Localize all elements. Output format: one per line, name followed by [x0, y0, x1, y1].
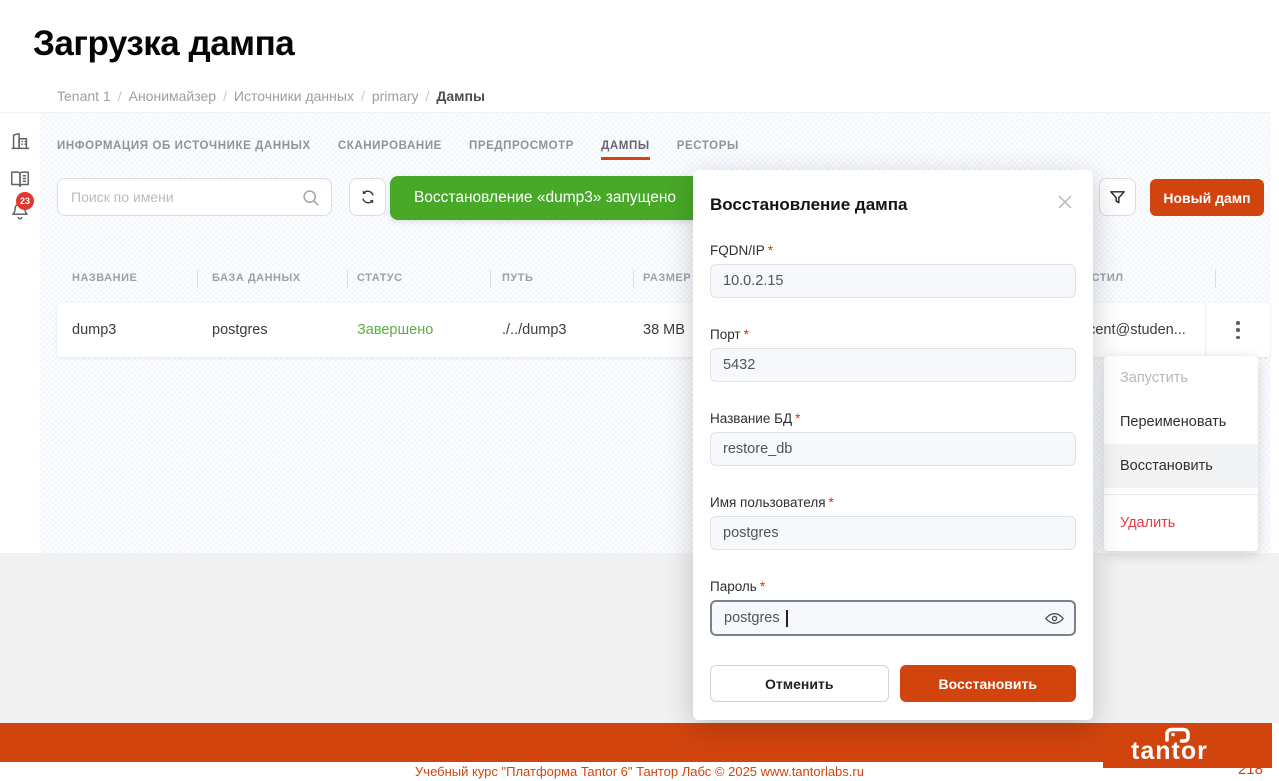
username-input[interactable] — [710, 516, 1076, 550]
context-menu-divider — [1104, 494, 1258, 495]
column-separator — [633, 270, 634, 288]
breadcrumb-item-anonymizer[interactable]: Анонимайзер — [129, 88, 216, 104]
app-sidebar: P 23 — [0, 80, 40, 553]
column-separator — [197, 270, 198, 288]
cell-launched-by: ucent@studen... — [1080, 322, 1186, 338]
required-asterisk: * — [744, 327, 749, 342]
modal-footer: Отменить Восстановить — [710, 665, 1076, 702]
breadcrumb-current-dumps: Дампы — [436, 88, 485, 104]
docs-book-icon[interactable] — [9, 168, 31, 190]
svg-text:tantor: tantor — [1131, 737, 1208, 765]
cell-status: Завершено — [357, 322, 433, 338]
column-header-size[interactable]: РАЗМЕР — [643, 272, 691, 284]
column-header-path[interactable]: ПУТЬ — [502, 272, 533, 284]
column-header-name[interactable]: НАЗВАНИЕ — [72, 272, 137, 284]
cell-size: 38 MB — [643, 322, 685, 338]
tantor-logo: tantor — [1123, 726, 1253, 766]
context-menu-item-run: Запустить — [1104, 356, 1258, 400]
row-context-menu: Запустить Переименовать Восстановить Уда… — [1104, 356, 1258, 551]
filter-funnel-icon — [1108, 188, 1127, 207]
fqdn-input[interactable] — [710, 264, 1076, 298]
breadcrumb-separator: / — [118, 88, 122, 104]
password-input[interactable] — [710, 600, 1076, 636]
building-icon[interactable] — [9, 130, 31, 152]
context-menu-item-rename[interactable]: Переименовать — [1104, 400, 1258, 444]
column-header-database[interactable]: БАЗА ДАННЫХ — [212, 272, 301, 284]
restore-dump-modal: Восстановление дампа FQDN/IP* Порт* Назв… — [693, 170, 1093, 720]
refresh-button[interactable] — [349, 178, 386, 216]
new-dump-button[interactable]: Новый дамп — [1150, 179, 1264, 216]
tab-preview[interactable]: ПРЕДПРОСМОТР — [469, 140, 574, 160]
tab-scanning[interactable]: СКАНИРОВАНИЕ — [338, 140, 442, 160]
breadcrumb-item-tenant[interactable]: Tenant 1 — [57, 88, 111, 104]
column-separator — [1215, 270, 1216, 288]
cell-dump-name: dump3 — [72, 322, 116, 338]
breadcrumb-separator: / — [361, 88, 365, 104]
cell-database: postgres — [212, 322, 268, 338]
filter-button[interactable] — [1099, 178, 1136, 216]
close-icon[interactable] — [1055, 192, 1075, 212]
context-menu-item-delete[interactable]: Удалить — [1104, 501, 1258, 545]
search-box — [57, 178, 332, 216]
breadcrumb: Tenant 1 / Анонимайзер / Источники данных / pr… — [57, 80, 485, 113]
search-icon — [301, 188, 321, 208]
cancel-button[interactable]: Отменить — [710, 665, 889, 702]
toast-notification: Восстановление «dump3» запущено — [390, 176, 700, 220]
port-label: Порт* — [710, 327, 1076, 342]
breadcrumb-item-datasources[interactable]: Источники данных — [234, 88, 354, 104]
footer-course-text: Учебный курс "Платформа Tantor 6" Тантор… — [0, 764, 1279, 779]
fqdn-field-group: FQDN/IP* — [710, 243, 1076, 298]
required-asterisk: * — [795, 411, 800, 426]
search-input[interactable] — [71, 179, 296, 215]
password-label: Пароль* — [710, 579, 1076, 594]
port-input[interactable] — [710, 348, 1076, 382]
modal-title: Восстановление дампа — [710, 195, 1076, 215]
column-header-status[interactable]: СТАТУС — [357, 272, 403, 284]
refresh-icon — [359, 188, 377, 206]
tab-bar: ИНФОРМАЦИЯ ОБ ИСТОЧНИКЕ ДАННЫХ СКАНИРОВА… — [57, 140, 739, 160]
row-actions-cell — [1205, 303, 1270, 357]
required-asterisk: * — [760, 579, 765, 594]
port-field-group: Порт* — [710, 327, 1076, 382]
required-asterisk: * — [768, 243, 773, 258]
column-separator — [347, 270, 348, 288]
username-field-group: Имя пользователя* — [710, 495, 1076, 550]
breadcrumb-item-primary[interactable]: primary — [372, 88, 419, 104]
dbname-label: Название БД* — [710, 411, 1076, 426]
tab-restores[interactable]: РЕСТОРЫ — [677, 140, 739, 160]
page-title: Загрузка дампа — [33, 24, 294, 64]
slide: Загрузка дампа Tenant 1 / Анонимайзер / Исто… — [0, 0, 1279, 781]
username-label: Имя пользователя* — [710, 495, 1076, 510]
password-field-group: Пароль* — [710, 579, 1076, 636]
dbname-field-group: Название БД* — [710, 411, 1076, 466]
breadcrumb-separator: / — [426, 88, 430, 104]
cell-path: ./../dump3 — [502, 322, 566, 338]
app-topbar: Tenant 1 / Анонимайзер / Источники данных / pr… — [0, 80, 1271, 113]
required-asterisk: * — [829, 495, 834, 510]
tab-datasource-info[interactable]: ИНФОРМАЦИЯ ОБ ИСТОЧНИКЕ ДАННЫХ — [57, 140, 311, 160]
breadcrumb-separator: / — [223, 88, 227, 104]
dbname-input[interactable] — [710, 432, 1076, 466]
row-menu-kebab-icon[interactable] — [1229, 319, 1247, 341]
page-number: 218 — [1238, 761, 1263, 778]
context-menu-item-restore[interactable]: Восстановить — [1104, 444, 1258, 488]
tab-dumps[interactable]: ДАМПЫ — [601, 140, 650, 160]
column-separator — [490, 270, 491, 288]
text-cursor — [786, 610, 788, 627]
fqdn-label: FQDN/IP* — [710, 243, 1076, 258]
eye-icon[interactable] — [1044, 608, 1065, 634]
restore-submit-button[interactable]: Восстановить — [900, 665, 1077, 702]
notification-badge: 23 — [16, 192, 34, 210]
footer-accent-bar — [0, 723, 1272, 762]
